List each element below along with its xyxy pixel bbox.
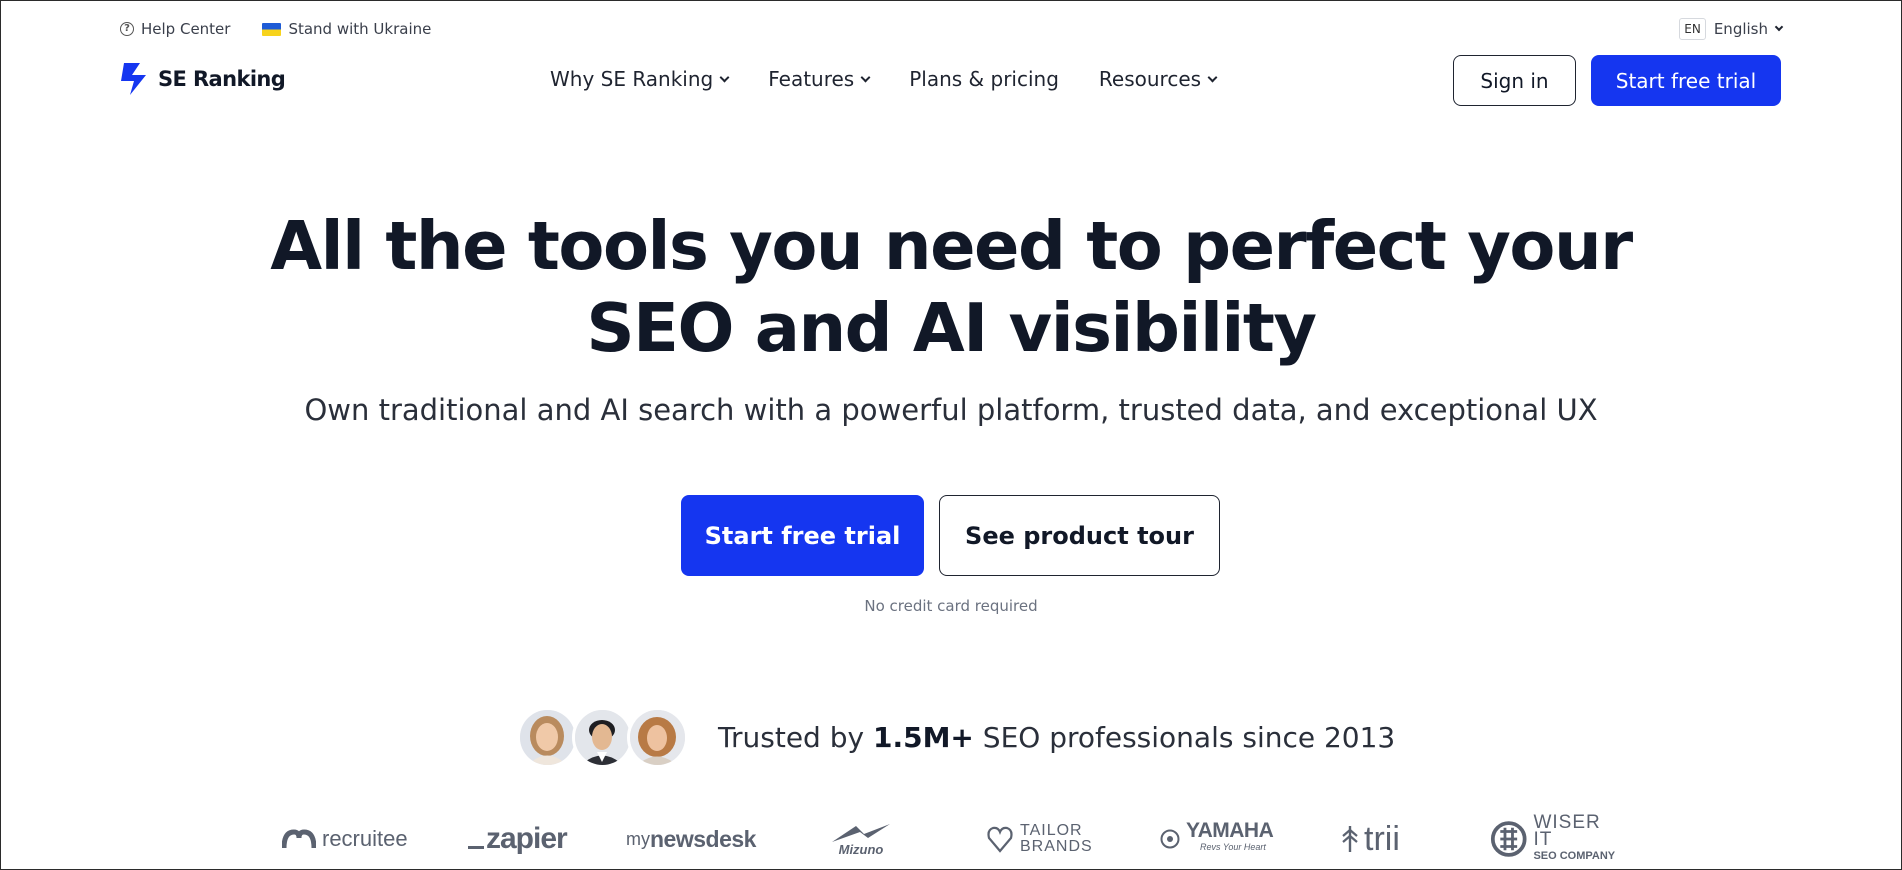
ukraine-flag-icon xyxy=(262,22,282,36)
avatar-group xyxy=(517,707,688,768)
nav-why-se-ranking[interactable]: Why SE Ranking xyxy=(550,67,730,91)
brand-name: SE Ranking xyxy=(158,67,286,91)
mynewsdesk-logo: my newsdesk xyxy=(626,815,756,863)
tailor-brands-heart-icon xyxy=(987,826,1013,853)
wiser-it-brain-icon xyxy=(1490,821,1527,857)
nav-resources[interactable]: Resources xyxy=(1098,67,1218,91)
trust-prefix: Trusted by xyxy=(718,721,873,754)
nav-features[interactable]: Features xyxy=(768,67,871,91)
client-logos-strip: recruitee zapier my newsdesk Mizuno TAIL… xyxy=(280,811,1620,863)
help-center-link[interactable]: ? Help Center xyxy=(120,20,230,38)
mynewsdesk-my: my xyxy=(626,828,650,849)
mizuno-logo: Mizuno xyxy=(830,815,892,863)
brands-wordmark: BRANDS xyxy=(1020,838,1093,855)
avatar xyxy=(627,707,688,768)
recruitee-wordmark: recruitee xyxy=(322,826,408,851)
hero-start-free-trial-button[interactable]: Start free trial xyxy=(681,495,924,576)
language-code-badge: EN xyxy=(1679,18,1706,40)
trust-highlight: 1.5M+ xyxy=(872,721,974,754)
nav-features-label: Features xyxy=(768,67,855,91)
trii-logo: trii xyxy=(1340,815,1400,863)
zapier-logo: zapier xyxy=(468,815,568,863)
mynewsdesk-wordmark: newsdesk xyxy=(650,825,756,852)
avatar xyxy=(517,707,578,768)
chevron-down-icon xyxy=(719,72,730,82)
wiser-it-wordmark: WISER IT xyxy=(1533,811,1601,850)
chevron-down-icon xyxy=(1774,22,1784,32)
yamaha-wordmark: YAMAHA xyxy=(1186,819,1274,842)
trust-statement: Trusted by 1.5M+ SEO professionals since… xyxy=(718,721,1395,754)
hero-cta-group: Start free trial See product tour xyxy=(681,495,1220,576)
tailor-brands-logo: TAILOR BRANDS xyxy=(986,815,1093,863)
chevron-down-icon xyxy=(1207,72,1218,82)
recruitee-mark-icon xyxy=(282,829,316,849)
hero-title-line-1: All the tools you need to perfect your xyxy=(270,207,1633,285)
main-header: SE Ranking Why SE Ranking Features Plans… xyxy=(120,55,1782,107)
no-credit-card-note: No credit card required xyxy=(864,597,1038,615)
hero-subtitle: Own traditional and AI search with a pow… xyxy=(304,393,1598,427)
seo-company-wordmark: SEO COMPANY xyxy=(1533,849,1616,862)
language-selector[interactable]: EN English xyxy=(1679,18,1784,40)
yamaha-tuning-fork-icon xyxy=(1160,829,1180,849)
trii-wordmark: trii xyxy=(1364,819,1400,858)
mizuno-runbird-icon xyxy=(832,823,890,842)
recruitee-logo: recruitee xyxy=(282,815,408,863)
wiser-it-logo: WISER IT SEO COMPANY xyxy=(1490,811,1620,863)
help-center-label: Help Center xyxy=(141,20,231,38)
trii-tree-icon xyxy=(1342,826,1358,852)
trust-section: Trusted by 1.5M+ SEO professionals since… xyxy=(517,707,1395,768)
sign-in-button[interactable]: Sign in xyxy=(1453,55,1576,106)
nav-plans-pricing[interactable]: Plans & pricing xyxy=(909,67,1059,91)
primary-nav: Why SE Ranking Features Plans & pricing … xyxy=(550,67,1256,91)
chevron-down-icon xyxy=(860,72,871,82)
language-label: English xyxy=(1713,20,1768,38)
nav-plans-pricing-label: Plans & pricing xyxy=(909,67,1059,91)
se-ranking-bolt-icon xyxy=(121,63,146,95)
hero-title-line-2: SEO and AI visibility xyxy=(586,289,1317,367)
yamaha-tagline: Revs Your Heart xyxy=(1200,842,1266,852)
nav-why-se-ranking-label: Why SE Ranking xyxy=(550,67,714,91)
stand-with-ukraine-link[interactable]: Stand with Ukraine xyxy=(262,20,431,38)
stand-with-ukraine-label: Stand with Ukraine xyxy=(288,20,432,38)
se-ranking-logo[interactable]: SE Ranking xyxy=(120,61,286,97)
header-start-free-trial-button[interactable]: Start free trial xyxy=(1591,55,1781,106)
question-circle-icon: ? xyxy=(120,22,134,36)
nav-resources-label: Resources xyxy=(1098,67,1202,91)
tailor-wordmark: TAILOR xyxy=(1020,822,1083,839)
utility-bar: ? Help Center Stand with Ukraine EN Engl… xyxy=(120,18,1784,40)
zapier-underscore-icon xyxy=(468,845,484,849)
mizuno-wordmark: Mizuno xyxy=(838,841,884,857)
hero-title: All the tools you need to perfect your S… xyxy=(0,205,1902,369)
yamaha-logo: YAMAHA Revs Your Heart xyxy=(1160,815,1274,863)
trust-suffix: SEO professionals since 2013 xyxy=(973,721,1396,754)
see-product-tour-button[interactable]: See product tour xyxy=(939,495,1220,576)
zapier-wordmark: zapier xyxy=(486,822,568,855)
avatar xyxy=(572,707,633,768)
